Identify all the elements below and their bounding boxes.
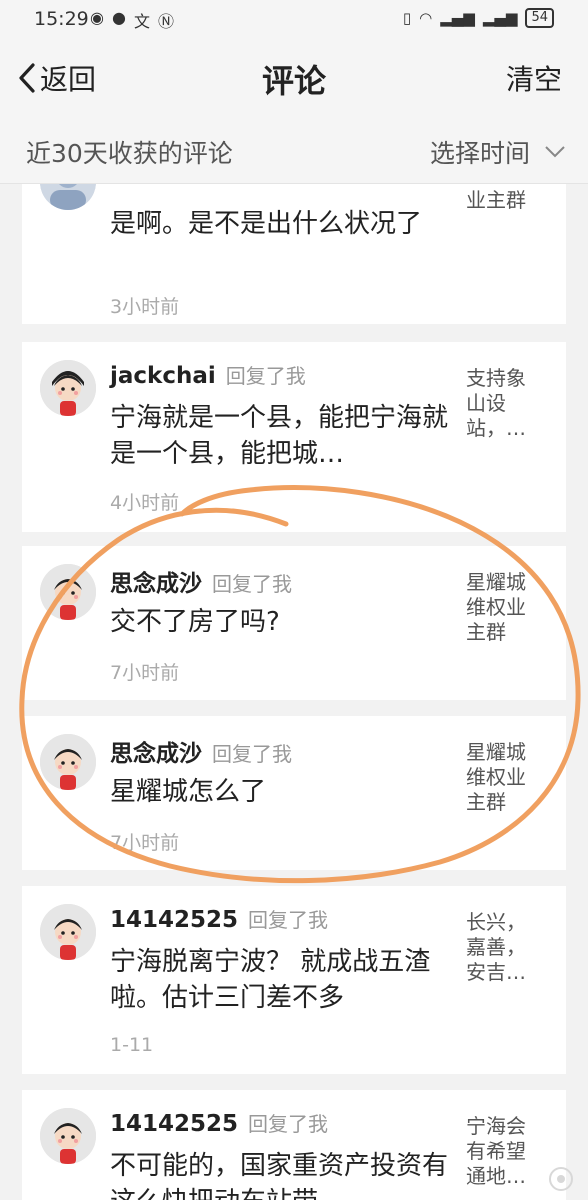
wechat-icon: ◉ (90, 8, 104, 27)
comment-time: 7小时前 (110, 662, 180, 684)
username[interactable]: 14142525 回复了我 (110, 904, 328, 933)
watermark-logo (548, 1166, 574, 1192)
comment-card[interactable]: 14142525 回复了我 宁海脱离宁波？ 就成战五渣啦。估计三门差不多 1-11… (22, 886, 566, 1074)
status-bar: 15:29 ◉ ● 文 Ⓝ ▯ ◠ ▂▄▆ ▂▄▆ 54 (0, 0, 588, 38)
username-text: 14142525 (110, 1111, 239, 1137)
username-text: 思念成沙 (110, 571, 202, 597)
avatar[interactable] (40, 564, 96, 620)
avatar-image (40, 1108, 96, 1164)
avatar-image (40, 904, 96, 960)
nav-bar: 返回 评论 清空 (0, 38, 588, 118)
reply-tag: 回复了我 (225, 364, 306, 388)
comment-card[interactable]: 是啊。是不是出什么状况了 3小时前 业主群 (22, 184, 566, 324)
username[interactable]: 思念成沙 回复了我 (110, 734, 292, 768)
comment-source[interactable]: 支持象山设站，… (466, 366, 538, 441)
filter-bar: 近30天收获的评论 选择时间 (0, 118, 588, 184)
comment-text: 宁海脱离宁波？ 就成战五渣啦。估计三门差不多 (110, 947, 431, 1013)
avatar-image (40, 734, 96, 790)
comment-source[interactable]: 星耀城维权业主群 (466, 740, 538, 815)
vibrate-icon: ▯ (402, 9, 412, 27)
filter-label: 近30天收获的评论 (26, 139, 233, 168)
chevron-down-icon (545, 146, 565, 158)
username-text: jackchai (110, 363, 216, 389)
time-select-button[interactable]: 选择时间 (430, 134, 566, 170)
comment-time: 3小时前 (110, 296, 180, 318)
clear-button[interactable]: 清空 (506, 58, 562, 98)
comment-source[interactable]: 星耀城维权业主群 (466, 570, 538, 645)
reply-tag: 回复了我 (212, 572, 292, 596)
comment-time: 4小时前 (110, 492, 180, 514)
reply-tag: 回复了我 (212, 742, 292, 766)
reply-tag: 回复了我 (248, 1112, 329, 1136)
signal-icon-2: ▂▄▆ (482, 9, 518, 27)
comment-source[interactable]: 业主群 (466, 188, 538, 213)
wifi-icon: ◠ (419, 9, 433, 27)
status-time: 15:29 (34, 8, 89, 30)
comment-source[interactable]: 长兴，嘉善，安吉… (466, 910, 538, 985)
comment-card[interactable]: jackchai 回复了我 宁海就是一个县，能把宁海就是一个县，能把城… 4小时前… (22, 342, 566, 532)
username[interactable]: jackchai 回复了我 (110, 360, 306, 389)
avatar[interactable] (40, 734, 96, 790)
comment-list[interactable]: 是啊。是不是出什么状况了 3小时前 业主群 jackchai 回复了我 宁海就是一… (0, 184, 588, 1200)
watermark-icon (549, 1167, 573, 1191)
comment-card[interactable]: 思念成沙 回复了我 星耀城怎么了 7小时前 星耀城维权业主群 (22, 716, 566, 870)
username[interactable]: 14142525 回复了我 (110, 1108, 328, 1137)
comment-text: 星耀城怎么了 (110, 777, 267, 807)
page-title: 评论 (261, 62, 326, 100)
avatar-image (40, 360, 96, 416)
signal-icon: ▂▄▆ (440, 9, 475, 27)
avatar-image (40, 564, 96, 620)
comment-time: 1-11 (110, 1034, 154, 1056)
comment-text: 交不了房了吗? (110, 607, 280, 637)
comment-text: 是啊。是不是出什么状况了 (110, 209, 423, 239)
battery-indicator: 54 (525, 8, 554, 28)
comment-card[interactable]: 思念成沙 回复了我 交不了房了吗? 7小时前 星耀城维权业主群 (22, 546, 566, 700)
reply-tag: 回复了我 (248, 908, 329, 932)
comment-card[interactable]: 14142525 回复了我 不可能的，国家重资产投资有这么快把动车站带 宁海会有希… (22, 1090, 566, 1200)
username[interactable]: 思念成沙 回复了我 (110, 564, 292, 598)
translate-icon: 文 (133, 12, 150, 31)
avatar[interactable] (40, 360, 96, 416)
message-icon: ● (111, 8, 126, 27)
avatar-image (40, 184, 96, 210)
comment-source[interactable]: 宁海会有希望通地… (466, 1114, 538, 1189)
avatar[interactable] (40, 1108, 96, 1164)
username-text: 思念成沙 (110, 741, 202, 767)
username-text: 14142525 (110, 907, 239, 933)
avatar[interactable] (40, 904, 96, 960)
comment-text: 不可能的，国家重资产投资有这么快把动车站带 (110, 1151, 449, 1200)
nfc-icon: Ⓝ (157, 12, 174, 31)
comment-time: 7小时前 (110, 832, 180, 854)
comment-text: 宁海就是一个县，能把宁海就是一个县，能把城… (110, 403, 449, 469)
avatar[interactable] (40, 184, 96, 210)
time-select-label: 选择时间 (429, 139, 530, 168)
